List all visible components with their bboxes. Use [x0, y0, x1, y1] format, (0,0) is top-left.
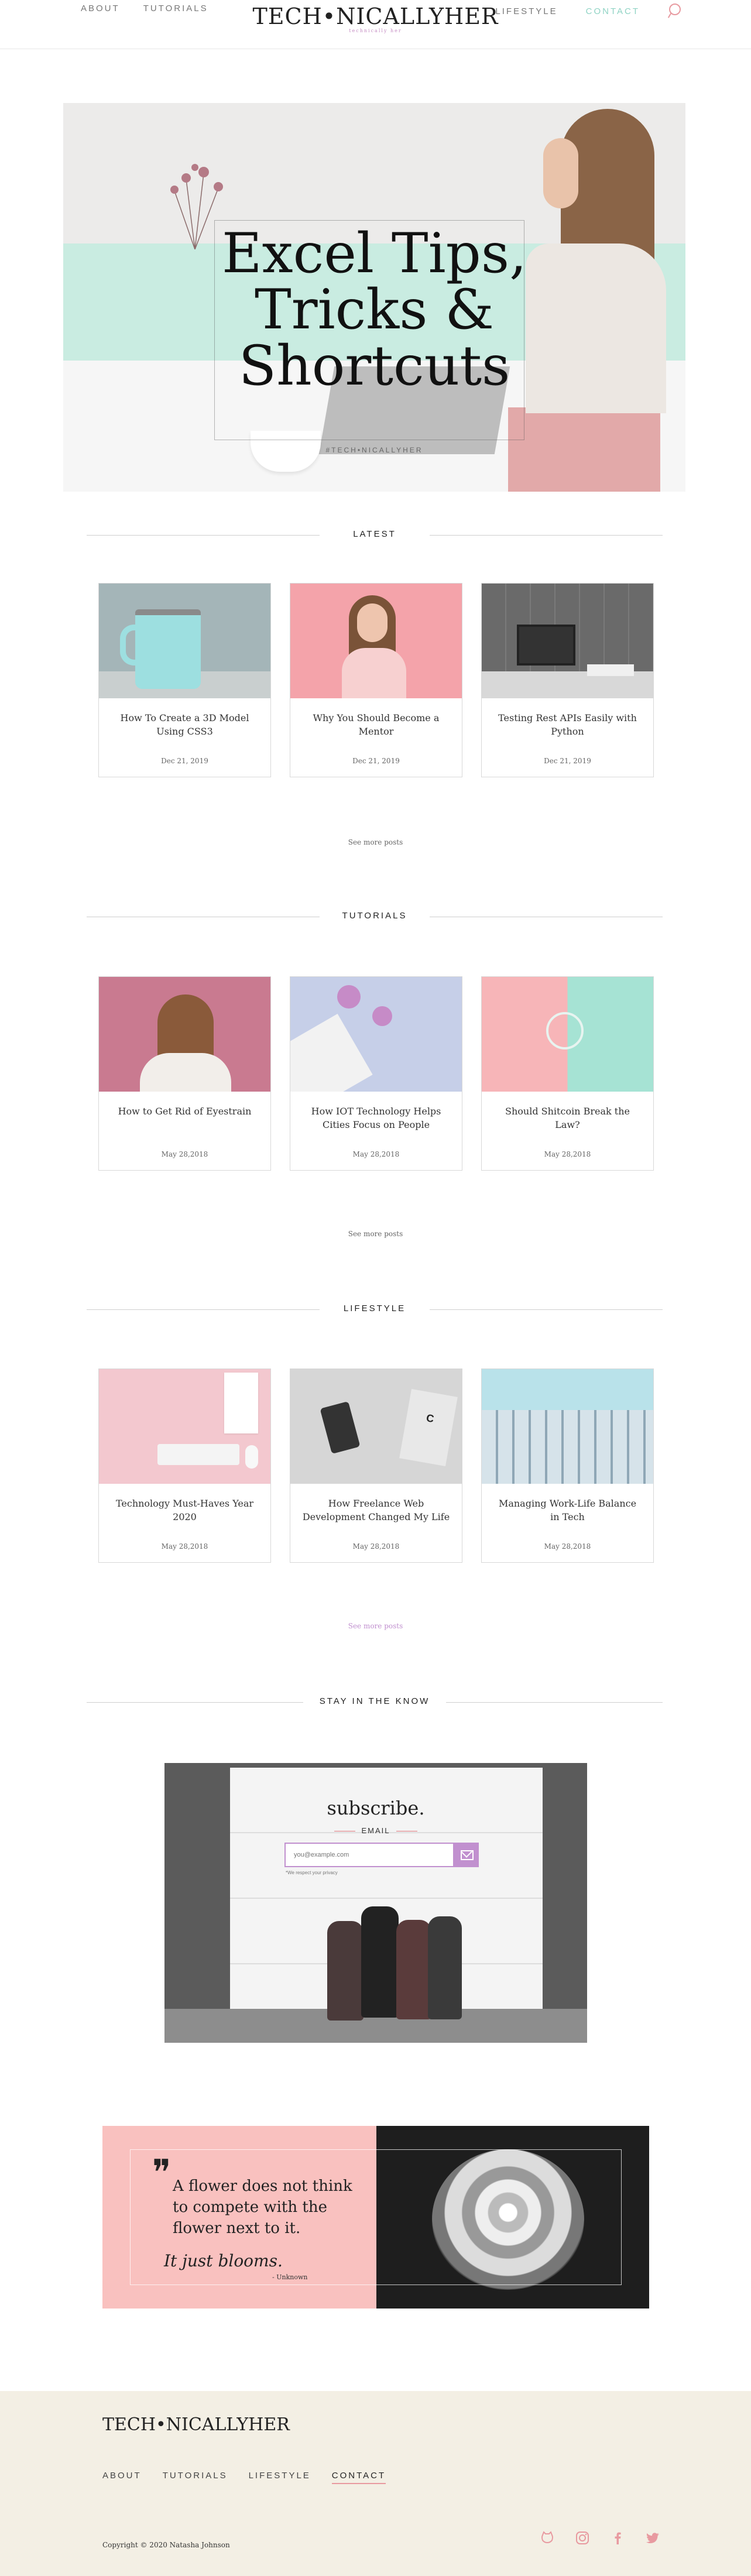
post-title[interactable]: How Freelance Web Development Changed My… [302, 1497, 450, 1524]
post-title[interactable]: How to Get Rid of Eyestrain [111, 1105, 259, 1118]
section-heading-label: LATEST [353, 529, 396, 539]
hero-title-line: Shortcuts [238, 334, 510, 398]
post-date: May 28,2018 [161, 1542, 208, 1551]
copyright: Copyright © 2020 Natasha Johnson [102, 2541, 230, 2549]
quote-text: A flower does not think to compete with … [173, 2177, 352, 2237]
post-date: Dec 21, 2019 [352, 757, 400, 765]
footer-nav-lifestyle[interactable]: LIFESTYLE [249, 2471, 311, 2484]
footer-nav-contact[interactable]: CONTACT [331, 2471, 386, 2484]
post-image-hair [99, 977, 270, 1092]
group-photo [428, 1916, 462, 2019]
post-image-keyboard [290, 977, 462, 1092]
section-heading-label: STAY IN THE KNOW [319, 1696, 430, 1706]
post-card[interactable]: How To Create a 3D Model Using CSS3 Dec … [98, 583, 271, 777]
footer-nav-about[interactable]: ABOUT [102, 2471, 142, 2484]
quote-mark-icon: ❞ [152, 2152, 172, 2193]
post-title[interactable]: How IOT Technology Helps Cities Focus on… [302, 1105, 450, 1131]
quote-script: It just blooms. [164, 2251, 283, 2270]
see-more-tutorials-link[interactable]: See more posts [0, 1230, 751, 1238]
hero-title-line: Excel Tips, [222, 222, 527, 286]
post-date: Dec 21, 2019 [161, 757, 208, 765]
subscribe-submit-button[interactable] [454, 1843, 479, 1867]
post-date: May 28,2018 [352, 1542, 400, 1551]
post-title[interactable]: Why You Should Become a Mentor [302, 711, 450, 738]
subscribe-title: subscribe. [327, 1797, 425, 1819]
post-image-woman [290, 584, 462, 698]
hero-woman-face [543, 138, 578, 208]
instagram-icon[interactable] [575, 2530, 590, 2546]
post-image-building [482, 1369, 653, 1484]
group-photo [361, 1906, 399, 2018]
section-heading-label: LIFESTYLE [343, 1304, 406, 1313]
github-icon[interactable] [540, 2530, 555, 2546]
post-image-desk [482, 584, 653, 698]
section-heading-label: TUTORIALS [342, 911, 407, 921]
nav-contact[interactable]: CONTACT [586, 6, 640, 16]
twitter-icon[interactable] [645, 2530, 660, 2546]
post-card[interactable]: Managing Work-Life Balance in Tech May 2… [481, 1368, 654, 1563]
post-title[interactable]: Should Shitcoin Break the Law? [493, 1105, 642, 1131]
group-photo [327, 1921, 364, 2021]
privacy-note: *We respect your privacy [286, 1870, 338, 1875]
post-card[interactable]: Why You Should Become a Mentor Dec 21, 2… [290, 583, 462, 777]
site-header: ABOUT TUTORIALS TECH•NICALLYHER technica… [0, 0, 751, 49]
post-date: May 28,2018 [352, 1150, 400, 1158]
logo-tagline: technically her [349, 28, 402, 33]
post-card[interactable]: Technology Must-Haves Year 2020 May 28,2… [98, 1368, 271, 1563]
nav-lifestyle[interactable]: LIFESTYLE [495, 6, 557, 16]
post-card[interactable]: Should Shitcoin Break the Law? May 28,20… [481, 976, 654, 1171]
post-image-workspace [99, 1369, 270, 1484]
hero-title: Excel Tips, Tricks & Shortcuts [63, 226, 685, 395]
section-heading-subscribe: STAY IN THE KNOW [87, 1695, 663, 1709]
footer-nav-tutorials[interactable]: TUTORIALS [163, 2471, 228, 2484]
post-card[interactable]: How IOT Technology Helps Cities Focus on… [290, 976, 462, 1171]
section-heading-tutorials: TUTORIALS [87, 910, 663, 924]
social-links [540, 2530, 660, 2546]
post-date: May 28,2018 [544, 1542, 591, 1551]
email-label: EMAIL [164, 1826, 587, 1835]
post-title[interactable]: Managing Work-Life Balance in Tech [493, 1497, 642, 1524]
footer-logo[interactable]: TECH•NICALLYHER [102, 2414, 290, 2435]
post-date: May 28,2018 [544, 1150, 591, 1158]
post-image-mug [99, 584, 270, 698]
post-date: May 28,2018 [161, 1150, 208, 1158]
footer-nav: ABOUT TUTORIALS LIFESTYLE CONTACT [102, 2471, 386, 2484]
see-more-lifestyle-link[interactable]: See more posts [0, 1622, 751, 1630]
see-more-latest-link[interactable]: See more posts [0, 838, 751, 846]
post-card[interactable]: Testing Rest APIs Easily with Python Dec… [481, 583, 654, 777]
hero-hashtag: #TECH•NICALLYHER [325, 446, 423, 454]
hero-title-line: Tricks & [254, 278, 495, 342]
post-image-headphones [482, 977, 653, 1092]
group-photo [396, 1920, 431, 2019]
hero-banner[interactable]: Excel Tips, Tricks & Shortcuts #TECH•NIC… [63, 103, 685, 492]
site-footer: TECH•NICALLYHER ABOUT TUTORIALS LIFESTYL… [0, 2391, 751, 2576]
post-date: Dec 21, 2019 [544, 757, 591, 765]
nav-right: LIFESTYLE CONTACT [495, 4, 681, 19]
quote-banner: ❞ A flower does not think to compete wit… [102, 2126, 649, 2309]
facebook-icon[interactable] [610, 2530, 625, 2546]
quote-author: - Unknown [272, 2273, 308, 2281]
post-title[interactable]: Testing Rest APIs Easily with Python [493, 711, 642, 738]
search-icon[interactable] [668, 4, 681, 19]
post-title[interactable]: Technology Must-Haves Year 2020 [111, 1497, 259, 1524]
post-card[interactable]: How to Get Rid of Eyestrain May 28,2018 [98, 976, 271, 1171]
section-heading-latest: LATEST [87, 528, 663, 542]
section-heading-lifestyle: LIFESTYLE [87, 1302, 663, 1316]
post-image-creative-mess: C [290, 1369, 462, 1484]
subscribe-panel: subscribe. EMAIL *We respect your privac… [164, 1763, 587, 2043]
email-field[interactable] [284, 1843, 454, 1867]
post-card[interactable]: C How Freelance Web Development Changed … [290, 1368, 462, 1563]
post-title[interactable]: How To Create a 3D Model Using CSS3 [111, 711, 259, 738]
